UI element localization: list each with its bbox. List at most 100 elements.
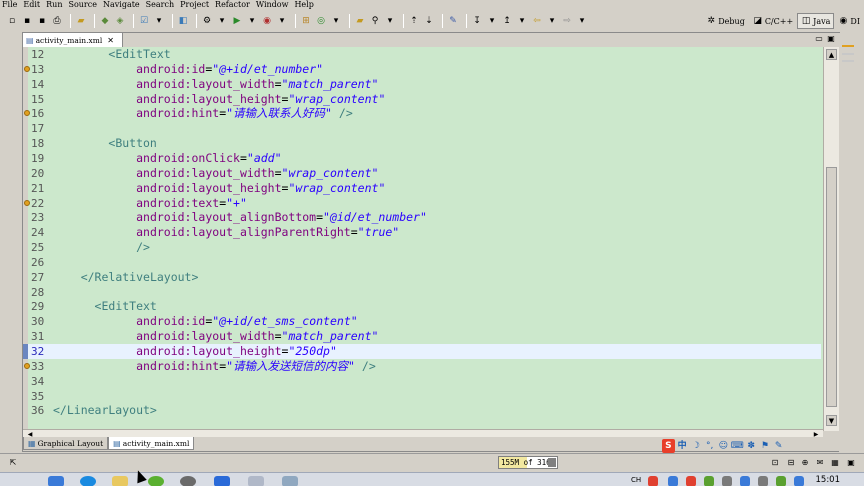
code-line[interactable]: 32 android:layout_height="250dp"	[23, 344, 821, 359]
scroll-down-icon[interactable]: ▼	[826, 415, 837, 426]
garbage-collect-icon[interactable]	[548, 458, 556, 467]
dropdown-arrow-icon[interactable]: ▾	[486, 15, 498, 27]
fast-view-icon[interactable]: ⇱	[8, 458, 18, 468]
sogou-ime-icon[interactable]: S	[662, 439, 675, 453]
run-icon[interactable]: ▶	[231, 15, 243, 27]
status-tool-icon[interactable]: ⊟	[786, 458, 796, 468]
debug-gear-icon[interactable]: ⚙	[201, 15, 213, 27]
scroll-up-icon[interactable]: ▲	[826, 49, 837, 60]
tray-icon[interactable]	[740, 476, 750, 486]
heap-status[interactable]: 155M of 316M	[498, 456, 558, 469]
warning-icon[interactable]	[24, 199, 30, 206]
dropdown-arrow-icon[interactable]: ▾	[546, 15, 558, 27]
code-line[interactable]: 12 <EditText	[23, 47, 821, 62]
app-taskbar-icon[interactable]	[180, 476, 196, 486]
perspective-java[interactable]: ◫ Java	[797, 13, 835, 29]
dropdown-arrow-icon[interactable]: ▾	[330, 15, 342, 27]
save-all-icon[interactable]: ▪	[36, 15, 48, 27]
dropdown-arrow-icon[interactable]: ▾	[153, 15, 165, 27]
back-icon[interactable]: ⇦	[531, 15, 543, 27]
app-taskbar-icon[interactable]	[248, 476, 264, 486]
menu-window[interactable]: Window	[256, 0, 289, 9]
code-line[interactable]: 23 android:layout_alignBottom="@id/et_nu…	[23, 210, 821, 225]
code-line[interactable]: 25 />	[23, 240, 821, 255]
status-tool-icon[interactable]: ✉	[815, 458, 825, 468]
dropdown-arrow-icon[interactable]: ▾	[276, 15, 288, 27]
tray-icon[interactable]	[686, 476, 696, 486]
menu-search[interactable]: Search	[146, 0, 174, 9]
tray-icon[interactable]	[794, 476, 804, 486]
menu-source[interactable]: Source	[68, 0, 97, 9]
app-taskbar-icon[interactable]	[214, 476, 230, 486]
tray-icon[interactable]	[776, 476, 786, 486]
code-line[interactable]: 22 android:text="+"	[23, 196, 821, 211]
moon-icon[interactable]: ☽	[690, 439, 703, 453]
status-tool-icon[interactable]: ▣	[846, 458, 856, 468]
code-line[interactable]: 19 android:onClick="add"	[23, 151, 821, 166]
menu-run[interactable]: Run	[46, 0, 62, 9]
tray-icon[interactable]	[648, 476, 658, 486]
explorer-taskbar-icon[interactable]	[48, 476, 64, 486]
new-android-project-icon[interactable]: ◧	[177, 15, 189, 27]
folder-taskbar-icon[interactable]	[112, 476, 128, 486]
code-line[interactable]: 27 </RelativeLayout>	[23, 270, 821, 285]
menu-navigate[interactable]: Navigate	[103, 0, 140, 9]
shirt-icon[interactable]: ⚑	[759, 439, 772, 453]
code-line[interactable]: 26	[23, 255, 821, 270]
smiley-icon[interactable]: ☺	[717, 439, 730, 453]
dropdown-arrow-icon[interactable]: ▾	[576, 15, 588, 27]
menu-project[interactable]: Project	[180, 0, 209, 9]
code-line[interactable]: 17	[23, 121, 821, 136]
dropdown-arrow-icon[interactable]: ▾	[246, 15, 258, 27]
tab-activity-main-xml[interactable]: ▤ activity_main.xml	[108, 437, 195, 450]
minimize-icon[interactable]: ▭	[814, 34, 824, 44]
tray-icon[interactable]	[758, 476, 768, 486]
warning-icon[interactable]	[24, 362, 30, 369]
overview-marker[interactable]	[842, 53, 854, 55]
overview-warning-marker[interactable]	[842, 45, 854, 47]
perspective-debug[interactable]: ✲ Debug	[702, 13, 749, 29]
warning-icon[interactable]	[24, 110, 30, 117]
code-line[interactable]: 13 android:id="@+id/et_number"	[23, 62, 821, 77]
avd-manager-icon[interactable]: ◈	[114, 15, 126, 27]
next-annotation-icon[interactable]: ⇣	[423, 15, 435, 27]
dropdown-arrow-icon[interactable]: ▾	[516, 15, 528, 27]
perspective-cc[interactable]: ◪ C/C++	[749, 13, 797, 29]
keyboard-icon[interactable]: ⌨	[731, 439, 744, 453]
eclipse-taskbar-icon[interactable]	[282, 476, 298, 486]
maximize-icon[interactable]: ▣	[826, 34, 836, 44]
android-sdk-icon[interactable]: ◆	[99, 15, 111, 27]
new-icon[interactable]: ▫	[6, 15, 18, 27]
toggle-mark-occurrences-icon[interactable]: ✎	[447, 15, 459, 27]
code-editor[interactable]: 12 <EditText 13 android:id="@+id/et_numbe…	[23, 47, 839, 431]
previous-annotation-icon[interactable]: ⇡	[408, 15, 420, 27]
tray-language[interactable]: CH	[631, 476, 641, 484]
status-tool-icon[interactable]: ⊡	[770, 458, 780, 468]
forward-icon[interactable]: ⇨	[561, 15, 573, 27]
external-tools-icon[interactable]: ◉	[261, 15, 273, 27]
save-icon[interactable]: ▪	[21, 15, 33, 27]
code-line[interactable]: 21 android:layout_height="wrap_content"	[23, 181, 821, 196]
tray-icon[interactable]	[722, 476, 732, 486]
code-line[interactable]: 29 <EditText	[23, 299, 821, 314]
code-line[interactable]: 30 android:id="@+id/et_sms_content"	[23, 314, 821, 329]
menu-file[interactable]: File	[2, 0, 17, 9]
code-line[interactable]: 15 android:layout_height="wrap_content"	[23, 92, 821, 107]
wrench-icon[interactable]: ✎	[772, 439, 785, 453]
lint-check-icon[interactable]: ☑	[138, 15, 150, 27]
punctuation-icon[interactable]: °,	[703, 439, 716, 453]
scroll-thumb[interactable]	[826, 167, 837, 407]
menu-refactor[interactable]: Refactor	[215, 0, 250, 9]
code-line[interactable]: 36 </LinearLayout>	[23, 403, 821, 418]
warning-icon[interactable]	[24, 65, 30, 72]
print-icon[interactable]: ⎙	[51, 15, 63, 27]
app-taskbar-icon[interactable]	[148, 476, 164, 486]
tab-graphical-layout[interactable]: ▦ Graphical Layout	[23, 437, 109, 450]
code-line[interactable]: 20 android:layout_width="wrap_content"	[23, 166, 821, 181]
open-folder-icon[interactable]: ▰	[75, 15, 87, 27]
new-class-icon[interactable]: ◎	[315, 15, 327, 27]
code-line[interactable]: 18 <Button	[23, 136, 821, 151]
menu-edit[interactable]: Edit	[23, 0, 40, 9]
code-line[interactable]: 34	[23, 374, 821, 389]
tray-icon[interactable]	[704, 476, 714, 486]
